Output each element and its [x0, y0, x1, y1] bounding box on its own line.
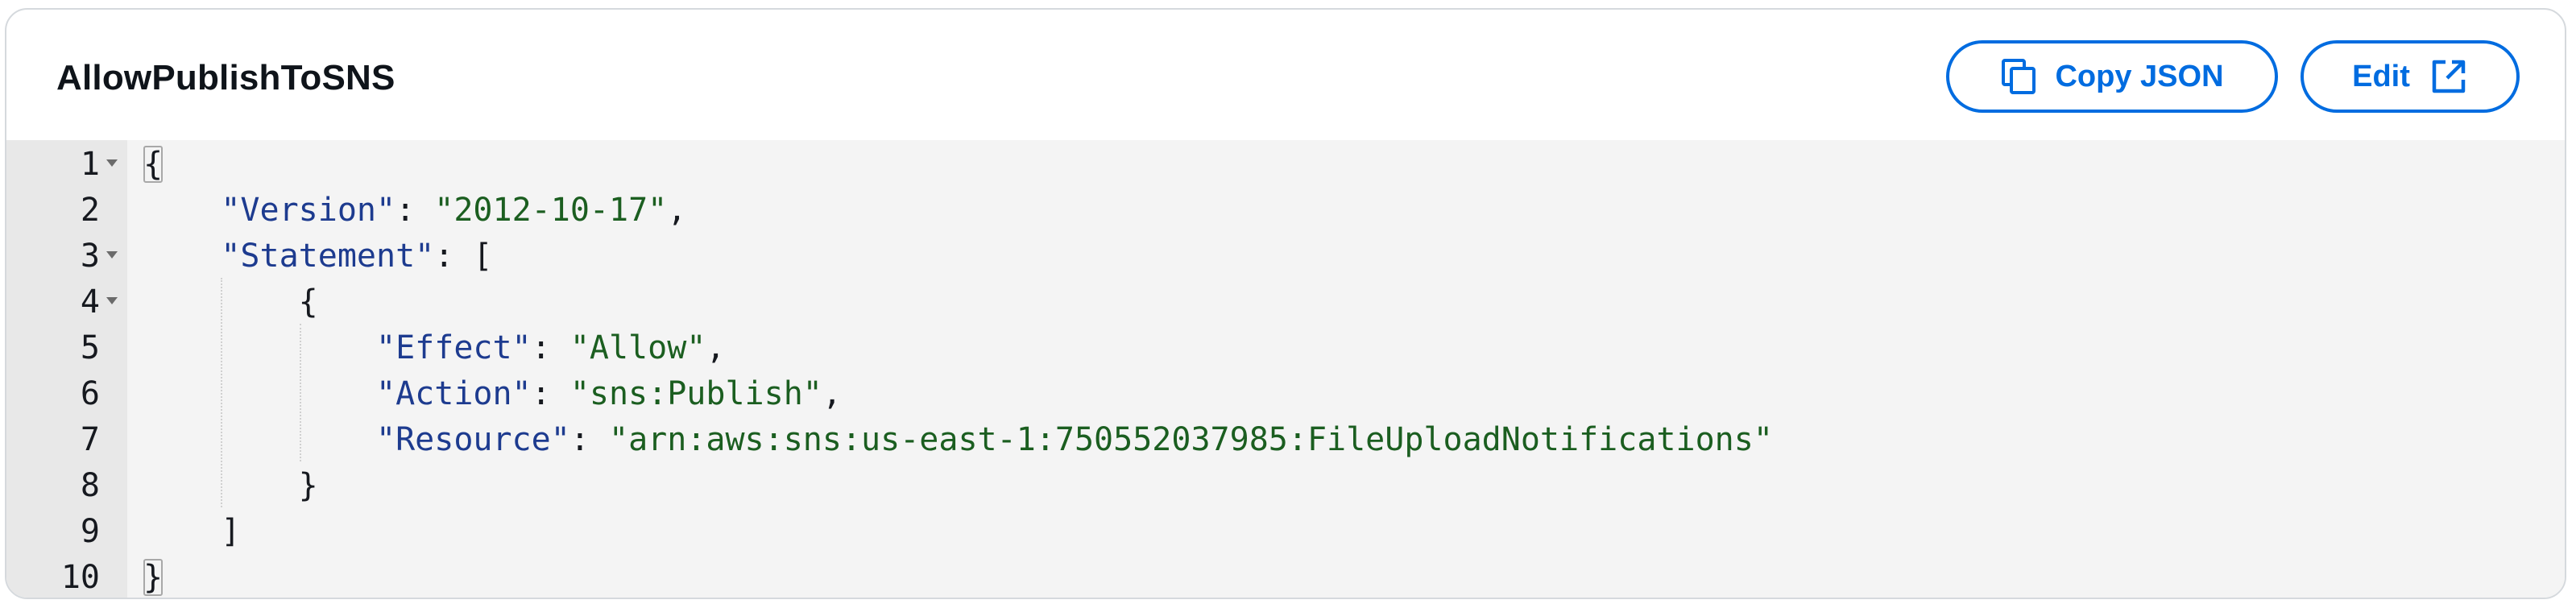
fold-toggle-icon[interactable]	[106, 297, 118, 304]
line-number: 8	[80, 467, 100, 504]
code-line: 2 "Version": "2012-10-17",	[6, 188, 2565, 234]
policy-header: AllowPublishToSNS Copy JSON Edit	[6, 10, 2565, 140]
external-link-icon	[2429, 57, 2468, 96]
code-line: 8 }	[6, 463, 2565, 509]
json-punctuation: :	[531, 329, 570, 366]
code-line: 1{	[6, 142, 2565, 188]
code-text: "Action": "sns:Publish",	[143, 371, 842, 417]
json-key: "Version"	[221, 192, 396, 229]
line-number: 6	[80, 375, 100, 412]
json-punctuation: ,	[667, 192, 687, 229]
json-punctuation: :	[396, 192, 435, 229]
code-line: 9 ]	[6, 509, 2565, 555]
policy-card: AllowPublishToSNS Copy JSON Edit 1 {2 "…	[5, 8, 2566, 599]
json-punctuation	[143, 421, 376, 458]
code-line: 6 "Action": "sns:Publish",	[6, 371, 2565, 417]
code-text: {	[143, 279, 318, 325]
line-number: 1	[80, 146, 100, 183]
json-punctuation: :	[569, 421, 609, 458]
json-punctuation: :	[531, 375, 570, 412]
json-key: "Statement"	[221, 238, 435, 275]
code-line: 4 {	[6, 279, 2565, 325]
code-text: "Resource": "arn:aws:sns:us-east-1:75055…	[143, 417, 1773, 463]
json-string: "Allow"	[569, 329, 706, 366]
line-number: 2	[80, 192, 100, 229]
copy-json-label: Copy JSON	[2055, 59, 2224, 93]
json-punctuation: }	[143, 467, 318, 504]
json-punctuation	[143, 329, 376, 366]
code-text: }	[143, 463, 318, 509]
line-number: 7	[80, 421, 100, 458]
json-string: "2012-10-17"	[434, 192, 668, 229]
line-number: 3	[80, 238, 100, 275]
json-punctuation	[143, 375, 376, 412]
code-text: "Version": "2012-10-17",	[143, 188, 686, 234]
line-number: 5	[80, 329, 100, 366]
json-punctuation	[143, 192, 221, 229]
code-line: 7 "Resource": "arn:aws:sns:us-east-1:750…	[6, 417, 2565, 463]
code-text: "Effect": "Allow",	[143, 325, 726, 371]
json-string: "sns:Publish"	[569, 375, 822, 412]
code-line: 3 "Statement": [	[6, 234, 2565, 279]
code-text: ]	[143, 509, 240, 555]
json-punctuation: {	[143, 283, 318, 321]
fold-toggle-icon[interactable]	[106, 251, 118, 259]
edit-button[interactable]: Edit	[2301, 40, 2520, 113]
line-number: 4	[80, 283, 100, 321]
line-number: 9	[80, 513, 100, 550]
json-key: "Action"	[375, 375, 532, 412]
line-number: 10	[60, 559, 100, 596]
edit-label: Edit	[2352, 59, 2410, 93]
policy-title: AllowPublishToSNS	[56, 58, 396, 97]
json-code-editor[interactable]: 1{2 "Version": "2012-10-17", 3 "Statement…	[6, 140, 2565, 598]
json-string: "arn:aws:sns:us-east-1:750552037985:File…	[608, 421, 1773, 458]
json-key: "Effect"	[375, 329, 532, 366]
code-text: "Statement": [	[143, 234, 492, 279]
json-punctuation	[143, 238, 221, 275]
json-punctuation: }	[143, 559, 164, 596]
fold-toggle-icon[interactable]	[106, 159, 118, 167]
json-key: "Resource"	[375, 421, 570, 458]
copy-icon	[2000, 57, 2039, 96]
json-punctuation: {	[143, 146, 164, 183]
code-line: 5 "Effect": "Allow",	[6, 325, 2565, 371]
json-punctuation: ,	[706, 329, 726, 366]
code-text: }	[143, 555, 164, 598]
json-punctuation: ,	[822, 375, 842, 412]
copy-json-button[interactable]: Copy JSON	[1946, 40, 2278, 113]
code-text: {	[143, 142, 164, 188]
json-punctuation: ]	[143, 513, 241, 550]
json-punctuation: : [	[434, 238, 493, 275]
code-line: 10}	[6, 555, 2565, 598]
